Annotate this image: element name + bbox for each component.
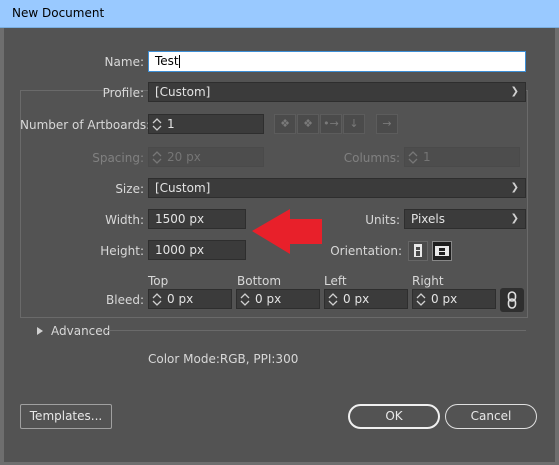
stepper-arrows-icon[interactable] — [416, 292, 426, 307]
stepper-arrows-icon[interactable] — [240, 292, 250, 307]
width-input[interactable]: 1500 px — [148, 209, 246, 229]
height-label: Height: — [100, 244, 144, 258]
chain-link-icon — [507, 291, 517, 309]
bleed-top-stepper[interactable]: 0 px — [148, 289, 232, 309]
chevron-right-icon — [37, 327, 43, 335]
arrange-by-column-icon[interactable]: ↓ — [343, 114, 365, 134]
advanced-label: Advanced — [51, 324, 111, 338]
units-label: Units: — [365, 213, 400, 227]
advanced-divider — [108, 330, 526, 331]
bleed-label: Bleed: — [106, 293, 144, 307]
stepper-arrows-icon[interactable] — [152, 117, 162, 132]
bleed-top-value: 0 px — [167, 292, 194, 306]
bleed-right-label: Right — [412, 274, 444, 288]
profile-dropdown[interactable]: [Custom] ❯ — [148, 82, 526, 102]
grid-by-row-icon[interactable]: ❖ — [274, 114, 296, 134]
columns-stepper: 1 — [404, 147, 520, 167]
link-bleed-button[interactable] — [500, 288, 524, 312]
window-title: New Document — [12, 6, 105, 20]
portrait-orientation-button[interactable] — [408, 241, 428, 261]
landscape-orientation-button[interactable] — [432, 241, 452, 261]
ok-button[interactable]: OK — [348, 404, 440, 429]
artboards-label: Number of Artboards: — [20, 118, 151, 132]
size-dropdown[interactable]: [Custom] ❯ — [148, 178, 526, 198]
size-label: Size: — [115, 182, 144, 196]
bleed-right-stepper[interactable]: 0 px — [412, 289, 496, 309]
height-value: 1000 px — [155, 243, 205, 257]
spacing-label: Spacing: — [92, 151, 144, 165]
bleed-bottom-value: 0 px — [255, 292, 282, 306]
stepper-arrows-icon[interactable] — [328, 292, 338, 307]
name-field[interactable]: Test — [148, 51, 526, 72]
units-dropdown[interactable]: Pixels ❯ — [404, 209, 526, 229]
cancel-button[interactable]: Cancel — [445, 404, 537, 429]
width-value: 1500 px — [155, 212, 205, 226]
chevron-down-icon: ❯ — [510, 86, 519, 97]
profile-value: [Custom] — [155, 85, 211, 99]
arrange-by-row-icon[interactable]: •→ — [320, 114, 342, 134]
height-input[interactable]: 1000 px — [148, 240, 246, 260]
chevron-down-icon: ❯ — [510, 213, 519, 224]
chevron-down-icon: ❯ — [510, 182, 519, 193]
bleed-right-value: 0 px — [431, 292, 458, 306]
title-bar[interactable]: New Document — [0, 0, 559, 28]
change-to-rtl-icon[interactable]: → — [376, 114, 398, 134]
spacing-stepper: 20 px — [148, 147, 264, 167]
stepper-arrows-icon[interactable] — [152, 292, 162, 307]
units-value: Pixels — [411, 212, 446, 226]
size-value: [Custom] — [155, 181, 211, 195]
bleed-left-label: Left — [324, 274, 347, 288]
artboards-value: 1 — [167, 117, 175, 131]
spacing-value: 20 px — [167, 150, 201, 164]
bleed-bottom-stepper[interactable]: 0 px — [236, 289, 320, 309]
color-mode-info: Color Mode:RGB, PPI:300 — [148, 352, 299, 366]
bleed-left-value: 0 px — [343, 292, 370, 306]
bleed-top-label: Top — [148, 274, 169, 288]
bleed-left-stepper[interactable]: 0 px — [324, 289, 408, 309]
templates-button[interactable]: Templates... — [20, 404, 112, 429]
artboards-stepper[interactable]: 1 — [148, 114, 264, 134]
portrait-icon — [414, 244, 422, 257]
stepper-arrows-icon — [408, 151, 418, 164]
grid-by-column-icon[interactable]: ❖ — [297, 114, 319, 134]
bleed-bottom-label: Bottom — [237, 274, 282, 288]
annotation-arrow — [252, 209, 322, 254]
name-value: Test — [155, 54, 179, 68]
stepper-arrows-icon — [152, 151, 162, 164]
profile-label: Profile: — [102, 86, 144, 100]
width-label: Width: — [105, 213, 144, 227]
new-document-dialog: New Document Name: Test Profile: [Custom… — [0, 0, 559, 465]
columns-value: 1 — [423, 150, 431, 164]
columns-label: Columns: — [343, 151, 400, 165]
name-label: Name: — [104, 55, 144, 69]
landscape-icon — [435, 246, 449, 256]
